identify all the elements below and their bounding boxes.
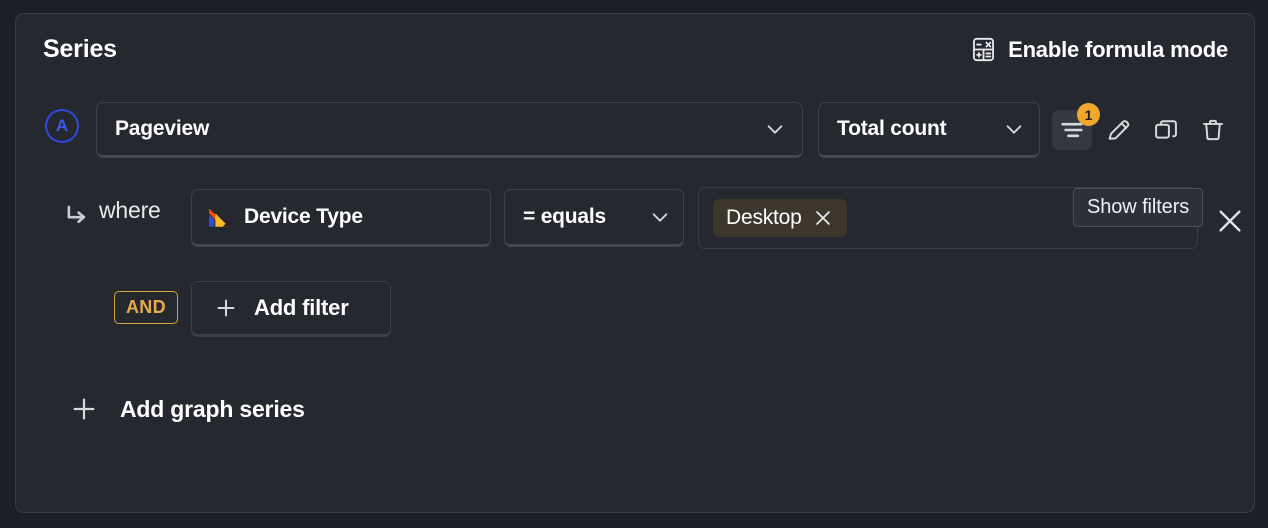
filter-condition-row: where Device Type = equals Desktop (16, 181, 1254, 261)
series-editor-panel-root: Series Enable formula mode A Pageview To… (0, 0, 1268, 528)
filter-count-badge: 1 (1077, 103, 1100, 126)
close-icon[interactable] (812, 207, 834, 229)
edit-series-button[interactable] (1099, 110, 1139, 150)
filter-operator-select[interactable]: = equals (504, 189, 684, 247)
math-aggregation-select[interactable]: Total count (818, 102, 1040, 158)
series-letter-badge[interactable]: A (45, 109, 79, 143)
panel-header: Series Enable formula mode (16, 14, 1254, 90)
arrow-turn-down-right-icon (64, 202, 90, 228)
math-aggregation-value: Total count (837, 117, 947, 140)
chevron-down-icon (1003, 118, 1025, 140)
show-filters-tooltip: Show filters (1073, 188, 1204, 227)
chevron-down-icon (649, 206, 671, 228)
remove-filter-button[interactable] (1215, 206, 1245, 236)
chevron-down-icon (764, 118, 786, 140)
event-select[interactable]: Pageview (96, 102, 803, 158)
add-filter-label: Add filter (254, 295, 349, 320)
pencil-icon (1105, 116, 1133, 144)
plus-icon (214, 296, 238, 320)
trash-icon (1199, 116, 1227, 144)
add-filter-button[interactable]: Add filter (191, 281, 391, 337)
series-row-a: A Pageview Total count 1 (16, 90, 1254, 168)
duplicate-series-button[interactable] (1146, 110, 1186, 150)
where-label: where (99, 197, 161, 223)
filter-property-value: Device Type (244, 205, 363, 228)
delete-series-button[interactable] (1193, 110, 1233, 150)
logical-operator-badge[interactable]: AND (114, 291, 178, 324)
show-filters-tooltip-text: Show filters (1087, 196, 1190, 218)
add-graph-series-button[interactable]: Add graph series (62, 387, 317, 431)
plus-icon (70, 395, 98, 423)
event-select-value: Pageview (115, 117, 210, 140)
enable-formula-mode-label: Enable formula mode (1008, 36, 1228, 62)
enable-formula-mode-button[interactable]: Enable formula mode (966, 34, 1232, 65)
show-filters-button[interactable]: 1 (1052, 103, 1100, 150)
add-graph-series-label: Add graph series (120, 395, 305, 422)
page-title: Series (43, 35, 117, 63)
calculator-icon (970, 36, 997, 63)
copy-icon (1152, 116, 1180, 144)
filter-value-chip[interactable]: Desktop (713, 199, 847, 237)
add-graph-series-row: Add graph series (16, 382, 1254, 440)
series-panel: Series Enable formula mode A Pageview To… (15, 13, 1255, 513)
filter-operator-value: = equals (523, 205, 607, 228)
posthog-logo-icon (208, 206, 230, 228)
series-actions: 1 (1052, 102, 1233, 158)
add-filter-row: AND Add filter (16, 276, 1254, 346)
filter-value-chip-label: Desktop (726, 206, 802, 229)
filter-property-select[interactable]: Device Type (191, 189, 491, 247)
